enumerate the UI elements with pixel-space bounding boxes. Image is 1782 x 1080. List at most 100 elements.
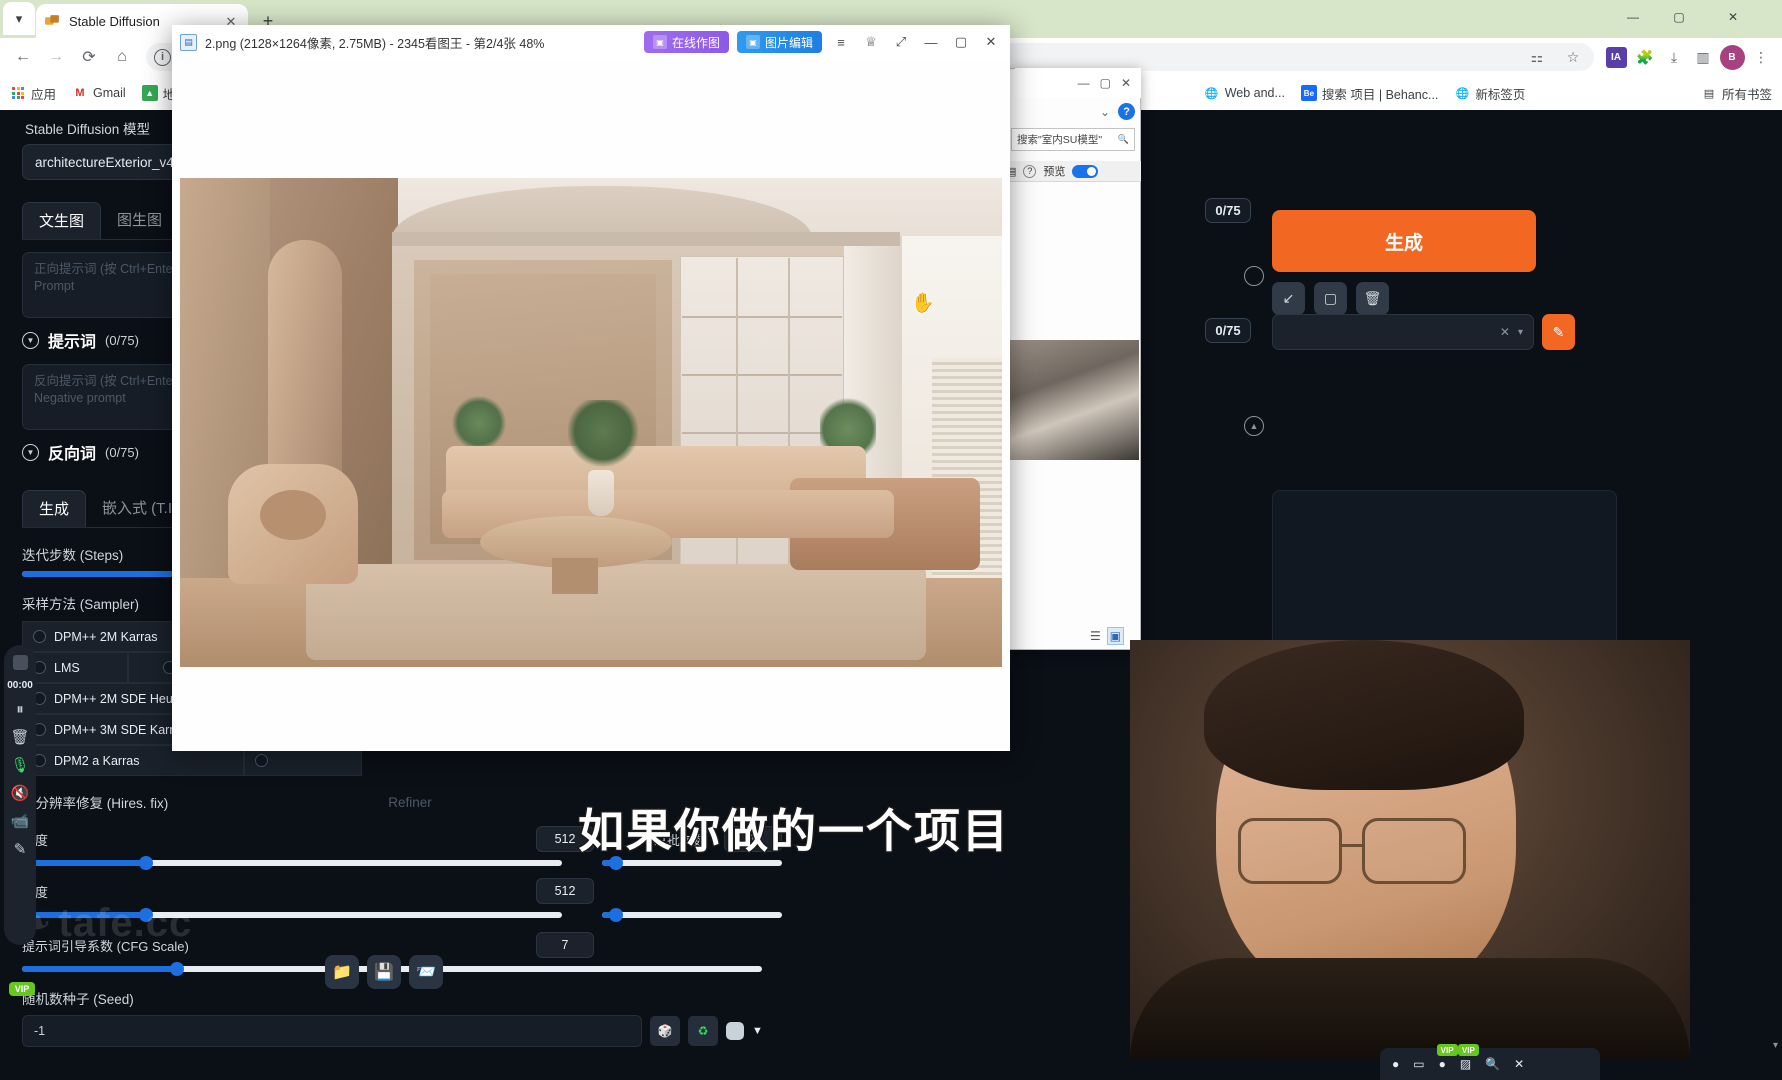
bookmark-web-and[interactable]: 🌐 Web and... <box>1204 85 1285 101</box>
window-maximize-button[interactable]: ▢ <box>1656 0 1702 34</box>
recycle-icon[interactable]: ♻ <box>688 1016 718 1046</box>
width-slider[interactable] <box>22 856 562 870</box>
vip-badge-2: VIP <box>1457 1044 1479 1056</box>
su-close-button[interactable]: ✕ <box>1121 76 1131 90</box>
chevron-down-icon[interactable]: ▼ <box>752 1025 763 1037</box>
search-icon[interactable]: 🔍 <box>1118 134 1129 145</box>
bookmark-gmail[interactable]: M Gmail <box>72 85 125 101</box>
window-minimize-button[interactable]: — <box>1610 0 1656 34</box>
bookmark-label: 所有书签 <box>1721 87 1772 102</box>
arrow-tool-button[interactable]: ↙ <box>1272 282 1305 315</box>
su-minimize-button[interactable]: — <box>1078 76 1090 90</box>
presenter-body <box>1130 958 1690 1060</box>
online-draw-button[interactable]: ▣ 在线作图 <box>643 31 729 53</box>
chevron-down-icon[interactable]: ▾ <box>1518 327 1523 338</box>
close-camera-icon[interactable]: ✕ <box>1514 1057 1524 1071</box>
window-close-button[interactable]: ✕ <box>1710 0 1756 34</box>
bookmark-apps[interactable]: 应用 <box>10 84 56 103</box>
side-panel-icon[interactable]: ▥ <box>1690 44 1716 70</box>
viewer-maximize-button[interactable]: ▢ <box>950 31 972 53</box>
tab-txt2img[interactable]: 文生图 <box>22 202 102 239</box>
all-bookmarks-button[interactable]: ▤ 所有书签 <box>1701 84 1772 103</box>
pen-icon[interactable]: ✎ <box>14 840 27 858</box>
bookmark-newtab[interactable]: 🌐 新标签页 <box>1454 84 1526 103</box>
su-maximize-button[interactable]: ▢ <box>1100 76 1111 90</box>
save-button[interactable]: 💾 <box>367 955 401 989</box>
dice-icon[interactable]: 🎲 <box>650 1016 680 1046</box>
extension-ia-icon[interactable]: IA <box>1603 44 1629 70</box>
bookmark-behance[interactable]: Be 搜索 项目 | Behanc... <box>1300 84 1438 103</box>
styles-select[interactable]: ✕ ▾ <box>1272 314 1534 350</box>
stop-recording-button[interactable] <box>12 655 28 670</box>
microphone-icon[interactable]: 🎙 <box>10 756 29 774</box>
batch-size-slider[interactable] <box>602 908 782 922</box>
tab-img2img[interactable]: 图生图 <box>101 202 178 239</box>
thumb-view-icon[interactable]: ▣ <box>1106 627 1125 645</box>
recording-timer: 00:00 <box>7 680 33 691</box>
extension-puzzle-icon[interactable]: 🧩 <box>1632 44 1658 70</box>
pause-icon[interactable]: ⏸ <box>16 701 24 718</box>
forward-button[interactable]: → <box>41 42 71 72</box>
viewer-menu-icon[interactable]: ≡ <box>830 31 852 53</box>
send-button[interactable]: 📨 <box>409 955 443 989</box>
chevron-down-icon[interactable]: ⌄ <box>1100 105 1110 119</box>
fullscreen-icon[interactable]: ⤢ <box>890 31 912 53</box>
output-action-bar: 📁 💾 📨 <box>325 955 443 989</box>
seed-input[interactable]: -1 <box>22 1015 642 1047</box>
bookmark-star-icon[interactable]: ☆ <box>1560 44 1586 70</box>
bookmark-label: 应用 <box>31 87 57 102</box>
list-view-icon[interactable]: ☰ <box>1090 629 1101 643</box>
interior-render-image[interactable] <box>180 178 1002 667</box>
image-edit-button[interactable]: ▣ 图片编辑 <box>736 31 822 53</box>
image-file-icon: ▤ <box>180 33 197 51</box>
viewer-minimize-button[interactable]: — <box>920 31 942 53</box>
subtab-generate[interactable]: 生成 <box>22 490 87 527</box>
trash-tool-button[interactable]: 🗑 <box>1356 282 1389 315</box>
sampler-option[interactable]: LMS <box>22 652 128 683</box>
edit-styles-button[interactable]: ✎ <box>1542 314 1575 350</box>
chevron-down-icon-edge[interactable]: ▾ <box>1773 1040 1778 1051</box>
blur-icon[interactable]: VIP ▨ <box>1457 1044 1479 1071</box>
extra-seed-checkbox[interactable] <box>726 1022 744 1040</box>
collapse-icon-2[interactable] <box>1244 266 1264 286</box>
su-search-input[interactable]: 搜索"室内SU模型" 🔍 <box>1011 128 1135 151</box>
home-button[interactable]: ⌂ <box>107 42 137 72</box>
collapse-icon[interactable]: ▲ <box>1244 416 1264 436</box>
chevron-down-icon[interactable]: ▼ <box>22 331 39 349</box>
su-model-thumbnail[interactable] <box>1009 340 1139 460</box>
square-tool-button[interactable]: ▢ <box>1314 282 1347 315</box>
clear-styles-icon[interactable]: ✕ <box>1500 325 1510 339</box>
download-icon[interactable]: ⤓ <box>1661 44 1687 70</box>
zoom-icon[interactable]: 🔍 <box>1485 1057 1500 1071</box>
translate-icon[interactable]: ⚏ <box>1524 44 1550 70</box>
radio-icon <box>33 630 46 643</box>
help-circle-icon[interactable]: ? <box>1023 164 1037 178</box>
site-info-icon[interactable]: i <box>154 48 171 66</box>
preview-toggle[interactable] <box>1072 164 1099 178</box>
generate-button[interactable]: 生成 <box>1272 210 1536 272</box>
frame-icon[interactable]: ▭ <box>1413 1057 1424 1071</box>
folder-button[interactable]: 📁 <box>325 955 359 989</box>
su-search-placeholder: 搜索"室内SU模型" <box>1017 134 1103 146</box>
cfg-scale-value[interactable]: 7 <box>536 932 594 958</box>
sampler-label-text: LMS <box>54 660 80 675</box>
chevron-down-icon[interactable]: ▼ <box>22 443 39 461</box>
tab-search-button[interactable]: ▾ <box>3 2 35 35</box>
crown-icon[interactable]: ♕ <box>860 31 882 53</box>
viewer-close-button[interactable]: ✕ <box>980 31 1002 53</box>
browser-menu-icon[interactable]: ⋮ <box>1748 44 1774 70</box>
hires-fix-label[interactable]: 高分辨率修复 (Hires. fix) <box>22 792 168 812</box>
height-value[interactable]: 512 <box>536 878 594 904</box>
viewer-canvas[interactable]: ✋ <box>172 59 1010 751</box>
delete-icon[interactable]: 🗑 <box>10 728 29 746</box>
refiner-label[interactable]: Refiner <box>388 795 432 810</box>
avatar[interactable]: B <box>1719 44 1745 70</box>
camera-icon[interactable]: 📹 <box>11 812 30 830</box>
viewer-titlebar: ▤ 2.png (2128×1264像素, 2.75MB) - 2345看图王 … <box>172 25 1010 59</box>
record-dot-icon[interactable]: ● <box>1392 1057 1399 1071</box>
reload-button[interactable]: ⟳ <box>74 42 104 72</box>
mute-icon[interactable]: 🔇 <box>11 784 30 802</box>
back-button[interactable]: ← <box>8 42 38 72</box>
help-icon[interactable]: ? <box>1118 103 1136 120</box>
person-icon[interactable]: VIP ● <box>1436 1044 1458 1071</box>
